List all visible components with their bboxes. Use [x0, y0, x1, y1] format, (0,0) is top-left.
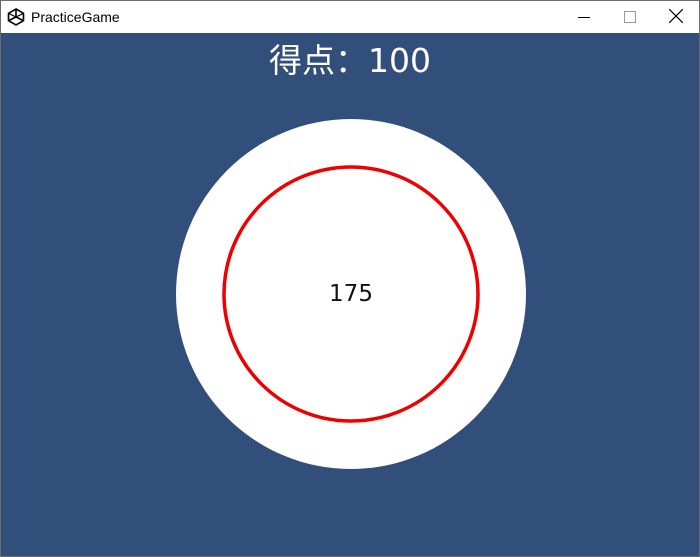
window-title: PracticeGame: [31, 9, 120, 25]
target-value: 175: [329, 281, 373, 307]
target[interactable]: 175: [176, 119, 526, 469]
score-label: 得点：100: [269, 41, 431, 80]
game-viewport[interactable]: 得点：100 175: [1, 33, 699, 556]
minimize-icon: [578, 8, 590, 27]
close-icon: [668, 8, 684, 27]
maximize-icon: [624, 8, 636, 27]
close-button[interactable]: [653, 1, 699, 33]
title-bar[interactable]: PracticeGame: [1, 1, 699, 33]
unity-icon: [6, 7, 26, 27]
app-window: PracticeGame 得点：100 175: [0, 0, 700, 557]
maximize-button[interactable]: [607, 1, 653, 33]
minimize-button[interactable]: [561, 1, 607, 33]
window-controls: [561, 1, 699, 33]
